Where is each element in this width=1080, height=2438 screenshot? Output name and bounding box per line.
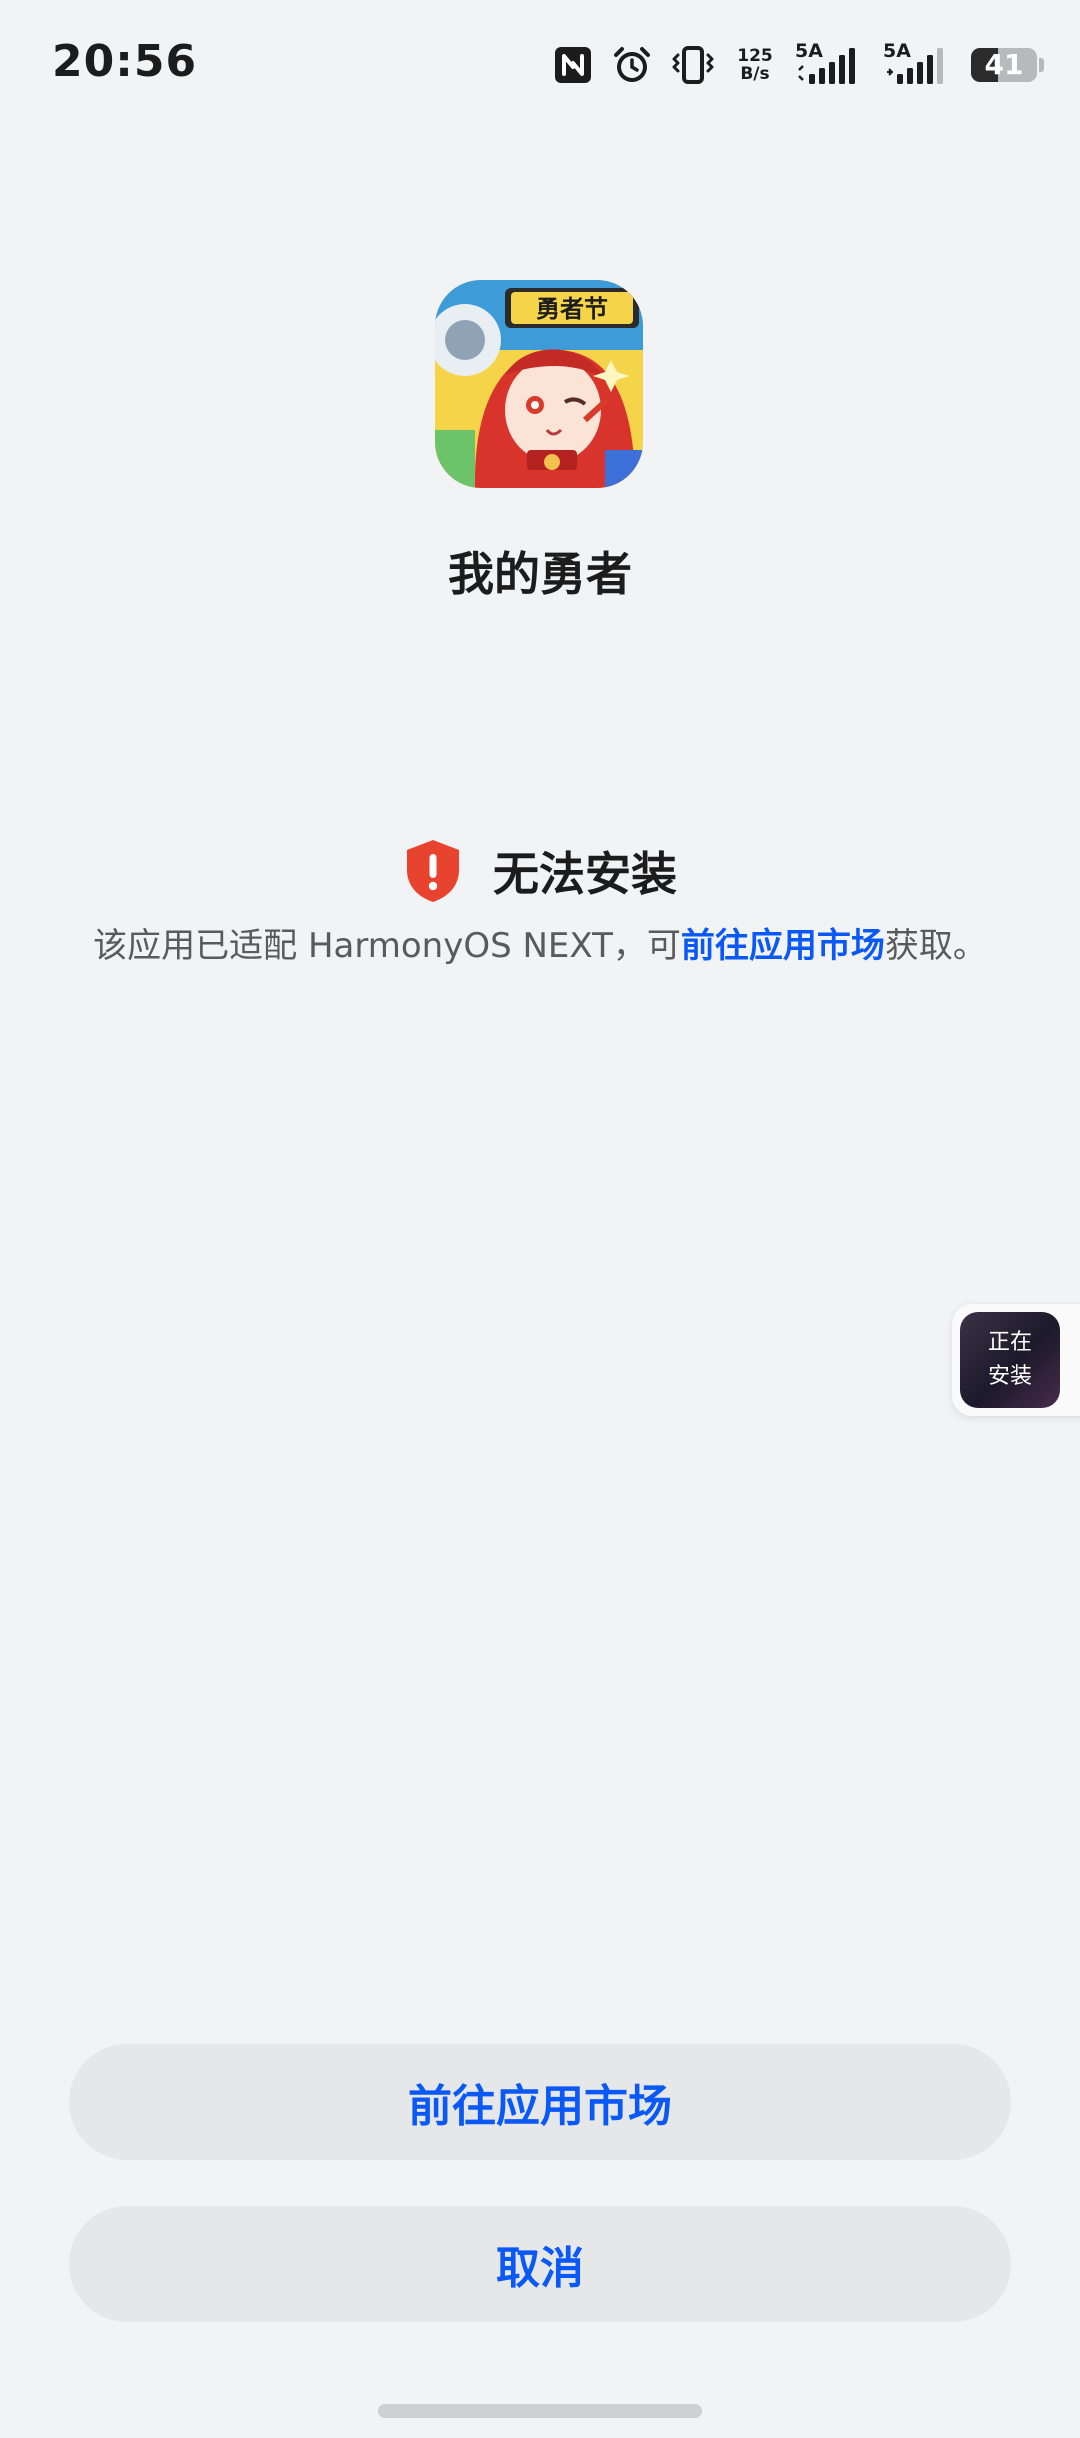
error-title: 无法安装 — [493, 847, 677, 901]
vibrate-icon — [671, 45, 715, 85]
error-description-text: 该应用已适配 HarmonyOS NEXT，可 — [93, 926, 681, 966]
sim1-signal: 5A — [795, 40, 865, 88]
alarm-icon — [611, 44, 653, 86]
error-description: 该应用已适配 HarmonyOS NEXT，可前往应用市场获取。 — [0, 918, 1080, 967]
app-market-link[interactable]: 前往应用市场 — [681, 926, 885, 966]
network-rate: 125 B/s — [733, 47, 777, 83]
installing-status-line1: 正在 — [987, 1330, 1032, 1355]
battery-indicator: 41 — [971, 48, 1044, 82]
go-to-app-market-button[interactable]: 前往应用市场 — [69, 2044, 1011, 2160]
status-time: 20:56 — [52, 36, 198, 87]
status-bar: 20:56 125 B/s 5A 5A 41 — [0, 0, 1080, 130]
app-icon-banner-text: 勇者节 — [536, 295, 608, 323]
shield-alert-icon — [407, 840, 459, 902]
status-icons: 125 B/s 5A 5A 41 — [553, 40, 1044, 88]
installing-status-line2: 安装 — [987, 1364, 1032, 1389]
nfc-icon — [553, 45, 593, 85]
installing-app-thumbnail: 正在 安装 — [960, 1312, 1060, 1408]
signal-bars-icon — [798, 48, 855, 84]
error-title-row: 无法安装 — [0, 838, 1080, 904]
battery-tip — [1039, 58, 1044, 72]
sim2-signal: 5A — [883, 40, 953, 88]
installing-status: 正在 安装 — [960, 1326, 1060, 1394]
battery-level: 41 — [984, 48, 1024, 81]
error-description-suffix: 获取。 — [884, 926, 987, 966]
cancel-button[interactable]: 取消 — [69, 2206, 1011, 2322]
installing-floating-widget[interactable]: 正在 安装 — [952, 1304, 1080, 1416]
install-blocked-screen: 20:56 125 B/s 5A 5A 41 勇者节 我的勇者 无法安装 该应用… — [0, 0, 1080, 2438]
home-indicator[interactable] — [378, 2404, 702, 2418]
network-rate-unit: B/s — [740, 64, 770, 84]
signal-bars-icon — [887, 48, 943, 84]
app-icon: 勇者节 — [435, 280, 643, 488]
battery-icon: 41 — [971, 48, 1037, 82]
app-name: 我的勇者 — [448, 547, 632, 601]
network-rate-value: 125 — [737, 46, 773, 66]
